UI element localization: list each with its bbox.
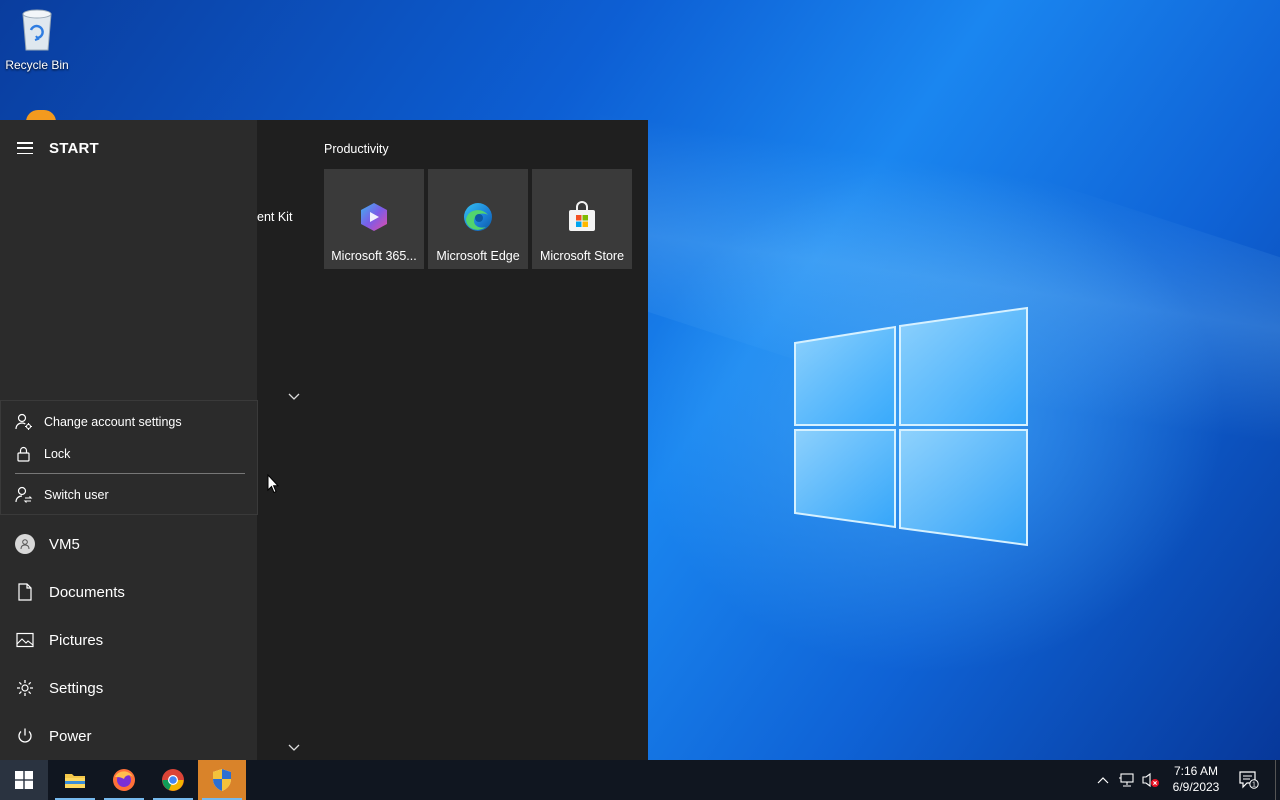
store-icon (569, 201, 595, 231)
recycle-bin-icon (22, 9, 52, 51)
user-avatar-icon (15, 534, 35, 554)
notification-count: 1 (1252, 782, 1256, 789)
rail-item-pictures-label: Pictures (49, 631, 104, 649)
change-account-settings-item[interactable]: Change account settings (15, 412, 182, 432)
rail-item-documents[interactable]: Documents (0, 572, 257, 612)
account-flyout: Change account settings Lock Switch user (0, 400, 258, 515)
volume-tray-button[interactable] (1140, 760, 1162, 800)
gear-icon (15, 678, 35, 698)
account-settings-icon (15, 413, 32, 430)
clock-date: 6/9/2023 (1172, 780, 1220, 794)
show-desktop-button[interactable] (1275, 760, 1280, 800)
rail-item-documents-label: Documents (49, 583, 125, 601)
tile-microsoft-store[interactable]: Microsoft Store (532, 169, 632, 269)
chrome-icon (162, 769, 184, 791)
rail-item-settings-label: Settings (49, 679, 104, 697)
tile-microsoft-edge-label: Microsoft Edge (436, 249, 520, 263)
lock-icon (17, 446, 30, 462)
action-center-button[interactable]: 1 (1234, 760, 1264, 800)
taskbar-firefox[interactable] (100, 760, 148, 800)
windows-wallpaper-logo (794, 306, 1028, 547)
recycle-bin-desktop-icon[interactable]: Recycle Bin (4, 6, 70, 72)
start-button[interactable] (0, 760, 48, 800)
rail-item-user[interactable]: VM5 (0, 524, 257, 564)
switch-user-icon (15, 486, 33, 503)
app-list-partial-label[interactable]: ent Kit (257, 210, 292, 224)
rail-item-power-label: Power (49, 727, 92, 745)
lock-label: Lock (44, 447, 71, 461)
windows-start-icon (15, 771, 33, 789)
chevron-down-icon[interactable] (287, 392, 301, 402)
chevron-up-icon (1097, 777, 1109, 784)
hamburger-menu-icon[interactable] (17, 142, 33, 154)
mouse-cursor-icon (267, 474, 279, 494)
taskbar: 7:16 AM 6/9/2023 1 (0, 760, 1280, 800)
rail-item-user-label: VM5 (49, 535, 80, 553)
rail-item-power[interactable]: Power (0, 716, 257, 756)
power-icon (15, 726, 35, 746)
tile-group-label[interactable]: Productivity (324, 142, 389, 156)
start-header[interactable]: START (0, 134, 99, 162)
taskbar-file-explorer[interactable] (51, 760, 99, 800)
tile-microsoft-edge[interactable]: Microsoft Edge (428, 169, 528, 269)
tile-microsoft-365[interactable]: Microsoft 365... (324, 169, 424, 269)
start-menu: START Change account settings Lock Switc… (0, 120, 648, 760)
file-explorer-icon (65, 774, 85, 788)
start-rail: START Change account settings Lock Switc… (0, 120, 258, 760)
rail-item-settings[interactable]: Settings (0, 668, 257, 708)
microsoft-365-icon (361, 203, 387, 231)
network-tray-button[interactable] (1116, 760, 1138, 800)
pictures-icon (15, 630, 35, 650)
switch-user-label: Switch user (44, 488, 109, 502)
taskbar-chrome[interactable] (149, 760, 197, 800)
start-title: START (49, 139, 99, 157)
volume-muted-icon (1142, 772, 1159, 788)
show-hidden-icons-button[interactable] (1094, 760, 1112, 800)
network-icon (1119, 773, 1134, 787)
taskbar-clock[interactable]: 7:16 AM 6/9/2023 (1162, 763, 1230, 795)
security-shield-icon (213, 769, 231, 791)
switch-user-item[interactable]: Switch user (15, 485, 109, 505)
chevron-down-icon[interactable] (287, 743, 301, 753)
taskbar-windows-security[interactable] (198, 760, 246, 800)
document-icon (15, 582, 35, 602)
firefox-icon (113, 769, 135, 791)
rail-item-pictures[interactable]: Pictures (0, 620, 257, 660)
edge-icon (464, 203, 492, 231)
flyout-divider (15, 473, 245, 474)
change-account-settings-label: Change account settings (44, 415, 182, 429)
recycle-bin-label: Recycle Bin (5, 58, 69, 72)
lock-item[interactable]: Lock (15, 444, 70, 464)
tile-microsoft-store-label: Microsoft Store (539, 249, 625, 263)
tile-microsoft-365-label: Microsoft 365... (331, 249, 417, 263)
notification-icon: 1 (1239, 771, 1259, 789)
clock-time: 7:16 AM (1173, 764, 1219, 778)
